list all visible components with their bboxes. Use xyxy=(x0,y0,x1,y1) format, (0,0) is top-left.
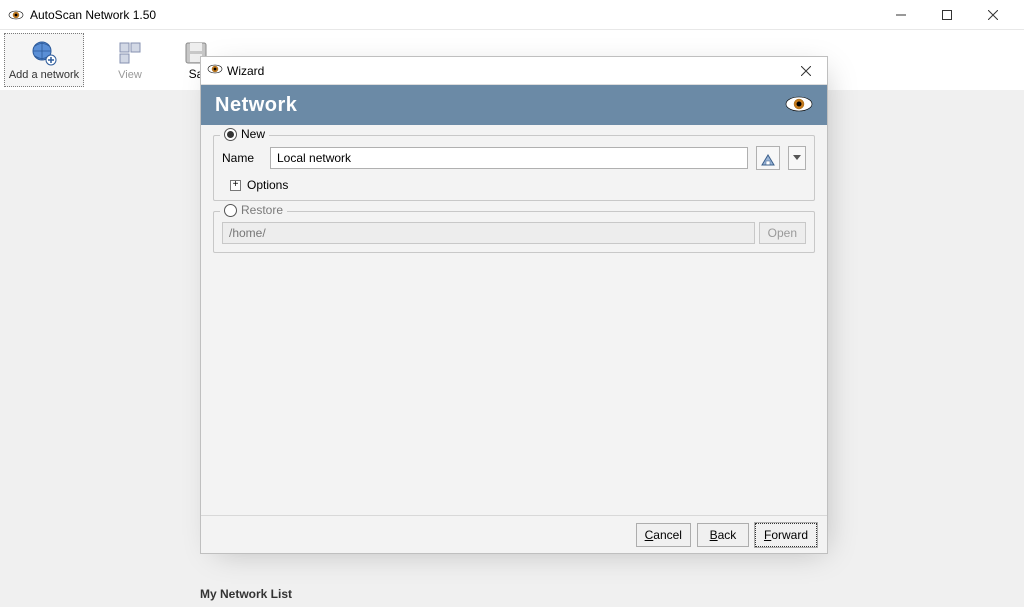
main-titlebar: AutoScan Network 1.50 xyxy=(0,0,1024,30)
new-radio[interactable] xyxy=(224,128,237,141)
forward-button[interactable]: Forward xyxy=(755,523,817,547)
left-panel xyxy=(0,90,200,607)
wizard-titlebar[interactable]: Wizard xyxy=(201,57,827,85)
wizard-body: New Name + Options xyxy=(201,125,827,515)
restore-groupbox: Restore Open xyxy=(213,211,815,253)
restore-legend-text: Restore xyxy=(241,203,283,217)
options-label: Options xyxy=(247,178,288,192)
toolbar-add-network-label: Add a network xyxy=(9,69,79,81)
maximize-button[interactable] xyxy=(924,0,970,30)
wizard-eye-icon xyxy=(207,61,223,80)
cancel-button[interactable]: Cancel xyxy=(636,523,691,547)
restore-legend[interactable]: Restore xyxy=(220,203,287,217)
restore-path-input xyxy=(222,222,755,244)
options-expander-row[interactable]: + Options xyxy=(222,178,806,192)
wizard-heading: Network xyxy=(215,94,297,117)
wizard-header: Network xyxy=(201,85,827,125)
network-list-heading: My Network List xyxy=(200,587,292,601)
wizard-dialog: Wizard Network New Name xyxy=(200,56,828,554)
wizard-title: Wizard xyxy=(227,64,791,78)
new-legend-text: New xyxy=(241,127,265,141)
app-eye-icon xyxy=(8,7,24,23)
globe-plus-icon xyxy=(30,39,58,67)
wizard-footer: Cancel Back Forward xyxy=(201,515,827,553)
network-name-input[interactable] xyxy=(270,147,748,169)
window-controls xyxy=(878,0,1016,30)
toolbar-view[interactable]: View xyxy=(90,33,170,87)
new-groupbox: New Name + Options xyxy=(213,135,815,201)
toolbar-add-network[interactable]: Add a network xyxy=(4,33,84,87)
network-icon-picker[interactable] xyxy=(756,146,780,170)
name-label: Name xyxy=(222,151,262,165)
wizard-close-button[interactable] xyxy=(791,60,821,82)
main-window-title: AutoScan Network 1.50 xyxy=(30,8,878,22)
back-button[interactable]: Back xyxy=(697,523,749,547)
toolbar-view-label: View xyxy=(118,69,142,81)
restore-radio[interactable] xyxy=(224,204,237,217)
minimize-button[interactable] xyxy=(878,0,924,30)
close-button[interactable] xyxy=(970,0,1016,30)
new-legend[interactable]: New xyxy=(220,127,269,141)
restore-open-button: Open xyxy=(759,222,806,244)
wizard-header-eye-icon xyxy=(785,95,813,116)
view-icon xyxy=(116,39,144,67)
options-expand-icon[interactable]: + xyxy=(230,180,241,191)
chevron-down-icon xyxy=(793,155,801,161)
icon-dropdown[interactable] xyxy=(788,146,806,170)
